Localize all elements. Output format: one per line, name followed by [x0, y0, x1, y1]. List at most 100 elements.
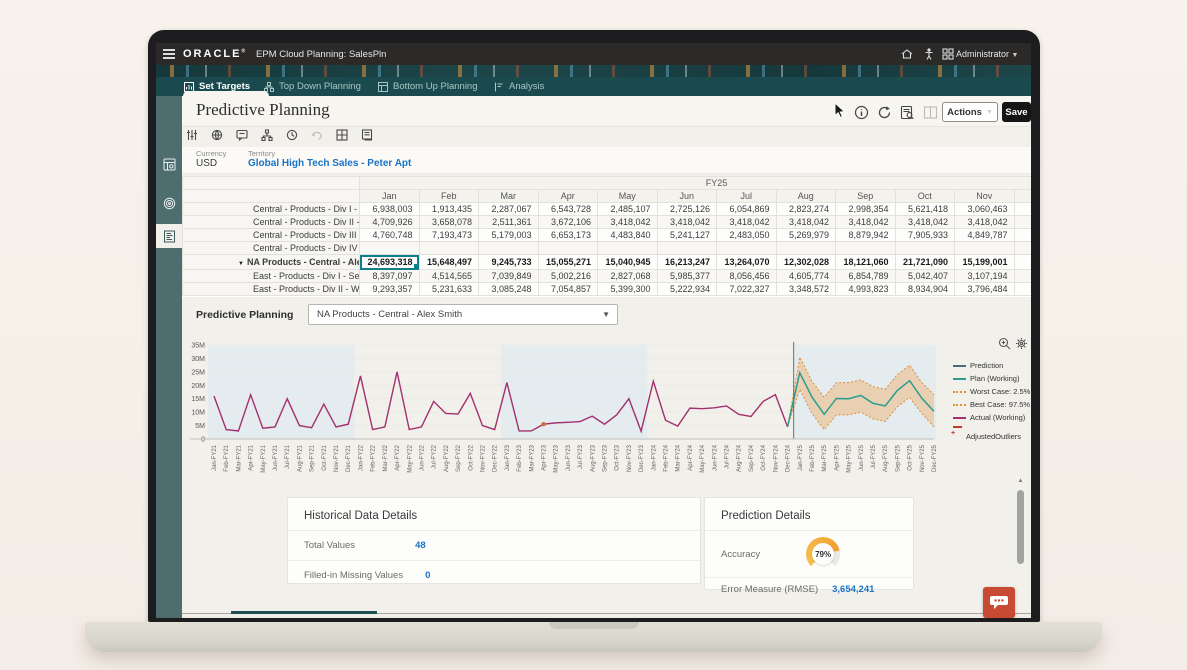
adjust-sliders-icon[interactable]	[186, 129, 198, 141]
grid-cell[interactable]: 4,849,787	[955, 229, 1015, 242]
grid-cell[interactable]: 5,621,418	[895, 203, 955, 216]
month-column-header[interactable]: Jul	[717, 190, 777, 203]
grid-cell[interactable]: 3,418,042	[955, 216, 1015, 229]
grid-cell[interactable]	[598, 242, 658, 255]
grid-cell[interactable]: 8,934,904	[895, 283, 955, 296]
grid-cell[interactable]: 2,511,361	[479, 216, 539, 229]
grid-cell[interactable]: 3,418,042	[598, 216, 658, 229]
grid-cell[interactable]: 8,879,942	[836, 229, 896, 242]
row-header[interactable]: Central - Products - Div III - James Num…	[183, 229, 360, 242]
chart-zoom-icon[interactable]	[998, 337, 1011, 350]
grid-cell[interactable]: 9,245,733	[479, 255, 539, 270]
grid-cell[interactable]: 1,913,435	[419, 203, 479, 216]
grid-cell[interactable]: 3,107,194	[955, 270, 1015, 283]
grid-cell[interactable]: 3,796,484	[955, 283, 1015, 296]
grid-cell[interactable]: 7,022,327	[717, 283, 777, 296]
tab-top-down-planning[interactable]: Top Down Planning	[264, 77, 361, 96]
grid-cell[interactable]: 15,055,271	[538, 255, 598, 270]
grid-cell[interactable]: 3	[1014, 270, 1031, 283]
grid-cell[interactable]: 3,348,572	[776, 283, 836, 296]
grid-cell[interactable]: 3,672,106	[538, 216, 598, 229]
grid-cell[interactable]: 5,222,934	[657, 283, 717, 296]
accessibility-icon[interactable]	[922, 47, 936, 61]
grid-cell[interactable]	[360, 242, 420, 255]
grid-cell[interactable]: 9,293,357	[360, 283, 420, 296]
grid-cell[interactable]: 4,514,565	[419, 270, 479, 283]
info-icon[interactable]	[854, 105, 869, 120]
grid-cell[interactable]: 21,721,090	[895, 255, 955, 270]
vertical-scrollbar[interactable]: ▲	[1016, 478, 1025, 588]
grid-cell[interactable]: 6,938,003	[360, 203, 420, 216]
grid-cell[interactable]: 3,060,463	[955, 203, 1015, 216]
grid-cell[interactable]: 4,605,774	[776, 270, 836, 283]
panel-splitter[interactable]	[231, 611, 377, 614]
grid-cell[interactable]: 3	[1014, 203, 1031, 216]
freeze-grid-icon[interactable]	[336, 129, 348, 141]
grid-cell[interactable]: 2,483,050	[717, 229, 777, 242]
grid-cell[interactable]: 15,040,945	[598, 255, 658, 270]
grid-cell[interactable]	[538, 242, 598, 255]
appgrid-icon[interactable]	[941, 47, 955, 61]
grid-cell[interactable]: 18,121,060	[836, 255, 896, 270]
currency-value[interactable]: USD	[196, 158, 217, 169]
grid-cell[interactable]: 2,998,354	[836, 203, 896, 216]
grid-cell[interactable]: 5,241,127	[657, 229, 717, 242]
grid-cell[interactable]: 2,827,068	[598, 270, 658, 283]
home-icon[interactable]	[900, 47, 914, 61]
grid-cell[interactable]: 8,397,097	[360, 270, 420, 283]
grid-cell[interactable]	[1014, 242, 1031, 255]
grid-cell[interactable]	[657, 242, 717, 255]
tab-bottom-up-planning[interactable]: Bottom Up Planning	[378, 77, 478, 96]
grid-cell[interactable]: 3,418,042	[836, 216, 896, 229]
grid-cell[interactable]: 7,039,849	[479, 270, 539, 283]
grid-cell[interactable]: 4,760,748	[360, 229, 420, 242]
month-column-header[interactable]: Aug	[776, 190, 836, 203]
grid-cell[interactable]: 24,693,318	[360, 255, 420, 270]
grid-cell[interactable]: 2,725,126	[657, 203, 717, 216]
grid-cell[interactable]: 5,179,003	[479, 229, 539, 242]
grid-cell[interactable]: 3,418,042	[657, 216, 717, 229]
grid-cell[interactable]: 5,985,377	[657, 270, 717, 283]
chart-settings-icon[interactable]	[1015, 337, 1028, 350]
grid-cell[interactable]: 16,213,247	[657, 255, 717, 270]
row-header[interactable]: ▼NA Products - Central - Alex Smith	[183, 255, 360, 270]
grid-cell[interactable]	[479, 242, 539, 255]
grid-cell[interactable]	[836, 242, 896, 255]
grid-cell[interactable]: 6,543,728	[538, 203, 598, 216]
grid-cell[interactable]: 7,054,857	[538, 283, 598, 296]
grid-cell[interactable]: 4,483,840	[598, 229, 658, 242]
grid-cell[interactable]	[419, 242, 479, 255]
grid-cell[interactable]: 5,231,633	[419, 283, 479, 296]
history-icon[interactable]	[286, 129, 298, 141]
sidebar-item-reports[interactable]	[156, 224, 182, 248]
refresh-icon[interactable]	[877, 105, 892, 120]
grid-cell[interactable]: 7,905,933	[895, 229, 955, 242]
grid-cell[interactable]: 4,709,926	[360, 216, 420, 229]
month-column-header[interactable]: Dec	[1014, 190, 1031, 203]
grid-cell[interactable]: 15,648,497	[419, 255, 479, 270]
save-button[interactable]: Save	[1002, 102, 1031, 122]
grid-cell[interactable]: 6,653,173	[538, 229, 598, 242]
grid-cell[interactable]: 2,287,067	[479, 203, 539, 216]
month-column-header[interactable]: Jun	[657, 190, 717, 203]
grid-cell[interactable]: 15,199,001	[955, 255, 1015, 270]
month-column-header[interactable]: Nov	[955, 190, 1015, 203]
month-column-header[interactable]: May	[598, 190, 658, 203]
menu-icon[interactable]	[163, 49, 175, 59]
territory-member-link[interactable]: Global High Tech Sales - Peter Apt	[248, 158, 411, 169]
month-column-header[interactable]: Sep	[836, 190, 896, 203]
month-column-header[interactable]: Jan	[360, 190, 420, 203]
grid-cell[interactable]: 3,658,078	[419, 216, 479, 229]
month-column-header[interactable]: Oct	[895, 190, 955, 203]
grid-cell[interactable]: 3,418,042	[717, 216, 777, 229]
grid-cell[interactable]: 6,854,789	[836, 270, 896, 283]
grid-cell[interactable]: 12,302,028	[776, 255, 836, 270]
month-column-header[interactable]: Mar	[479, 190, 539, 203]
grid-cell[interactable]: 5,042,407	[895, 270, 955, 283]
grid-cell[interactable]: 10	[1014, 255, 1031, 270]
tab-analysis[interactable]: Analysis	[494, 77, 544, 96]
grid-cell[interactable]: 3,418,042	[776, 216, 836, 229]
year-column-header[interactable]: FY25	[360, 177, 1032, 190]
sidebar-item-infolets[interactable]	[156, 191, 182, 215]
grid-cell[interactable]: 13,264,070	[717, 255, 777, 270]
